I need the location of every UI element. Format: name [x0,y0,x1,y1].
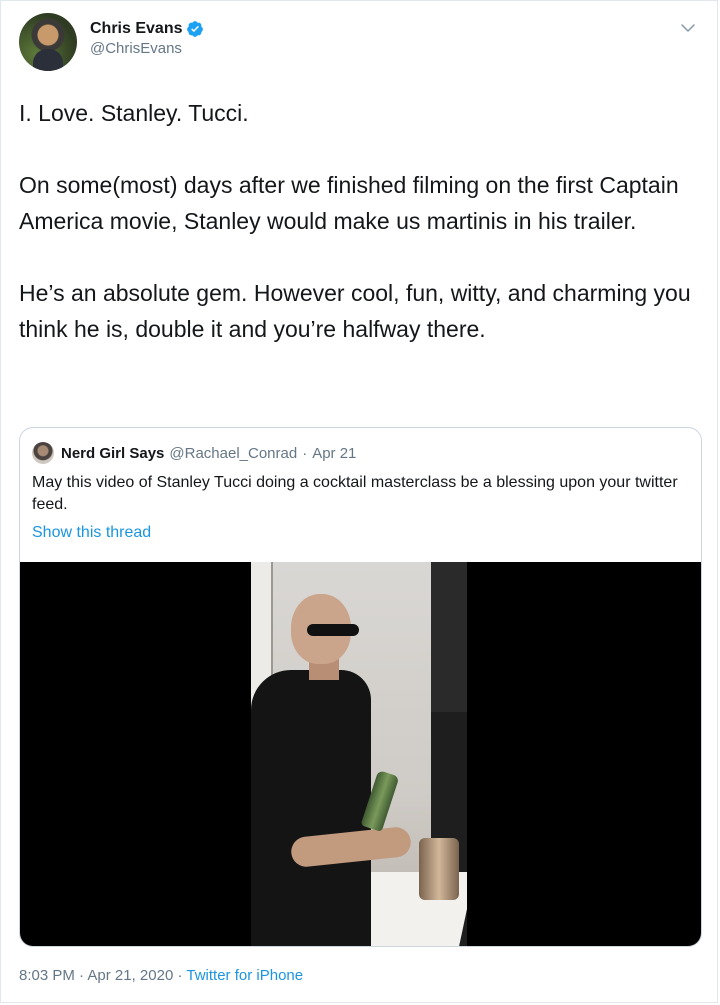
author-avatar[interactable] [19,13,77,71]
video-scene-shaker [419,838,459,900]
video-scene-glasses [307,624,359,636]
tweet-paragraph: On some(most) days after we finished fil… [19,172,679,234]
video-frame [251,562,467,946]
author-handle[interactable]: @ChrisEvans [90,40,204,57]
tweet-header: Chris Evans @ChrisEvans [19,13,204,71]
tweet-paragraph: He’s an absolute gem. However cool, fun,… [19,280,691,342]
quoted-tweet-text: May this video of Stanley Tucci doing a … [32,474,678,513]
video-scene-cabinet [431,562,467,712]
author-display-name[interactable]: Chris Evans [90,20,182,38]
tweet-source-link[interactable]: Twitter for iPhone [186,967,303,984]
author-names: Chris Evans @ChrisEvans [90,20,204,57]
tweet-date[interactable]: Apr 21, 2020 [87,967,173,984]
tweet-text: I. Love. Stanley. Tucci. On some(most) d… [19,95,699,347]
display-name-row: Chris Evans [90,20,204,38]
quoted-date: Apr 21 [312,444,357,462]
video-scene-person [251,670,371,946]
quoted-tweet[interactable]: Nerd Girl Says @Rachael_Conrad · Apr 21 … [19,427,702,947]
tweet-footer: 8:03 PM · Apr 21, 2020 · Twitter for iPh… [19,967,303,984]
footer-separator: · [177,967,183,984]
video-player[interactable] [20,562,701,946]
chevron-down-icon[interactable] [679,19,697,37]
quoted-author-name: Nerd Girl Says [61,444,165,462]
tweet-card: Chris Evans @ChrisEvans I. Love. Stanley… [0,0,718,1003]
quoted-author-handle: @Rachael_Conrad [169,444,298,462]
show-thread-link[interactable]: Show this thread [32,524,151,542]
footer-separator: · [79,967,85,984]
quoted-author-avatar [32,442,54,464]
verified-badge-icon [187,21,204,37]
quoted-tweet-header: Nerd Girl Says @Rachael_Conrad · Apr 21 [32,442,356,464]
tweet-paragraph: I. Love. Stanley. Tucci. [19,100,249,126]
tweet-time[interactable]: 8:03 PM [19,967,75,984]
quoted-separator: · [302,444,308,462]
